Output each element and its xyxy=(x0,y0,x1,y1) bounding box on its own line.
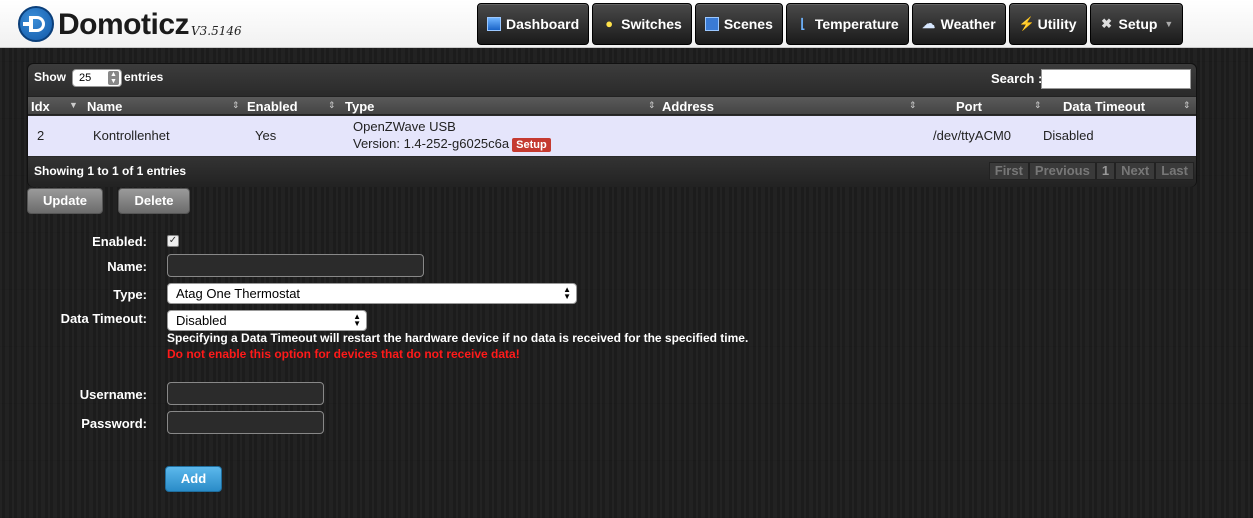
nav-weather-label: Weather xyxy=(940,16,996,32)
app-name: Domoticz xyxy=(58,8,190,41)
lightbulb-icon: ● xyxy=(605,16,614,31)
nav-utility-button[interactable]: ⚡ Utility xyxy=(1008,3,1087,45)
col-data-timeout[interactable]: Data Timeout xyxy=(1063,99,1145,114)
enabled-label: Enabled: xyxy=(92,234,147,249)
lightning-icon: ⚡ xyxy=(1018,16,1035,31)
username-label: Username: xyxy=(79,387,147,402)
select-arrows-icon: ▲ ▼ xyxy=(563,285,571,301)
nav-dashboard-label: Dashboard xyxy=(506,16,580,32)
nav-scenes-label: Scenes xyxy=(723,16,773,32)
nav-switches-label: Switches xyxy=(621,16,682,32)
table-row[interactable]: 2 Kontrollenhet Yes OpenZWave USB Versio… xyxy=(28,116,1196,156)
version-text: Version: 1.4-252-g6025c6a xyxy=(353,136,510,151)
main-nav: Dashboard ● Switches Scenes ⌊ Temperatur… xyxy=(477,3,1184,45)
nav-scenes-button[interactable]: Scenes xyxy=(694,3,783,45)
cell-enabled: Yes xyxy=(255,128,277,143)
nav-setup-label: Setup xyxy=(1118,16,1158,32)
sort-desc-icon: ▼ xyxy=(69,100,78,110)
col-name[interactable]: Name xyxy=(87,99,122,114)
data-timeout-help: Specifying a Data Timeout will restart t… xyxy=(167,331,749,345)
enabled-checkbox[interactable]: ✓ xyxy=(167,235,179,247)
type-select[interactable]: Atag One Thermostat ▲ ▼ xyxy=(167,283,577,304)
nav-temperature-label: Temperature xyxy=(814,16,899,32)
col-type[interactable]: Type xyxy=(345,99,374,114)
show-label: Show xyxy=(34,70,66,84)
domoticz-logo-icon xyxy=(18,6,54,42)
col-address[interactable]: Address xyxy=(662,99,714,114)
top-header: Domoticz V3.5146 Dashboard ● Switches Sc… xyxy=(0,0,1253,48)
cell-data-timeout: Disabled xyxy=(1043,128,1094,143)
dashboard-icon xyxy=(487,17,501,31)
nav-setup-button[interactable]: ✖ Setup ▼ xyxy=(1089,3,1184,45)
spinner-icon: ▲ ▼ xyxy=(108,71,119,85)
col-enabled[interactable]: Enabled xyxy=(247,99,298,114)
col-idx[interactable]: Idx xyxy=(31,99,50,114)
nav-weather-button[interactable]: ☁ Weather xyxy=(911,3,1006,45)
pagination: First Previous 1 Next Last xyxy=(988,162,1194,180)
type-label: Type: xyxy=(113,287,147,302)
logo[interactable]: Domoticz V3.5146 xyxy=(18,6,242,42)
table-toolbar: Show 25 ▲ ▼ entries Search : xyxy=(28,64,1196,96)
name-input[interactable] xyxy=(167,254,424,277)
app-version: V3.5146 xyxy=(191,24,242,38)
search-label: Search : xyxy=(991,71,1043,86)
data-timeout-warning: Do not enable this option for devices th… xyxy=(167,347,520,361)
password-label: Password: xyxy=(81,416,147,431)
tools-icon: ✖ xyxy=(1101,16,1112,31)
search-input[interactable] xyxy=(1041,69,1191,89)
sort-icon: ⇕ xyxy=(648,100,656,110)
entries-label: entries xyxy=(124,70,164,84)
nav-temperature-button[interactable]: ⌊ Temperature xyxy=(785,3,909,45)
cell-port: /dev/ttyACM0 xyxy=(933,128,1012,143)
name-label: Name: xyxy=(107,259,147,274)
data-timeout-select[interactable]: Disabled ▲ ▼ xyxy=(167,310,367,331)
table-header: Idx ▼ Name ⇕ Enabled ⇕ Type ⇕ Address ⇕ … xyxy=(28,96,1196,115)
page-1-button[interactable]: 1 xyxy=(1095,162,1116,180)
sort-icon: ⇕ xyxy=(232,100,240,110)
cell-idx: 2 xyxy=(37,128,45,143)
setup-button[interactable]: Setup xyxy=(512,138,551,152)
cell-type: OpenZWave USB xyxy=(353,119,456,134)
page-last-button[interactable]: Last xyxy=(1155,162,1194,180)
cell-name: Kontrollenhet xyxy=(93,128,170,143)
col-port[interactable]: Port xyxy=(956,99,982,114)
add-button[interactable]: Add xyxy=(165,466,222,492)
password-input[interactable] xyxy=(167,411,324,434)
username-input[interactable] xyxy=(167,382,324,405)
sort-icon: ⇕ xyxy=(1183,100,1191,110)
type-select-value: Atag One Thermostat xyxy=(176,286,301,301)
sort-icon: ⇕ xyxy=(909,100,917,110)
select-arrows-icon: ▲ ▼ xyxy=(353,312,361,328)
sort-icon: ⇕ xyxy=(1034,100,1042,110)
chevron-down-icon: ▼ xyxy=(1164,19,1174,29)
table-info: Showing 1 to 1 of 1 entries xyxy=(34,164,187,178)
data-timeout-label: Data Timeout: xyxy=(60,311,147,326)
page-size-select[interactable]: 25 ▲ ▼ xyxy=(72,69,122,87)
clapperboard-icon xyxy=(704,17,719,31)
page-size-value: 25 xyxy=(79,72,92,84)
page-next-button[interactable]: Next xyxy=(1115,162,1156,180)
cell-version: Version: 1.4-252-g6025c6a Setup xyxy=(353,136,551,152)
delete-button[interactable]: Delete xyxy=(118,188,190,214)
update-button[interactable]: Update xyxy=(27,188,103,214)
page-first-button[interactable]: First xyxy=(988,162,1029,180)
data-timeout-value: Disabled xyxy=(176,313,227,328)
nav-switches-button[interactable]: ● Switches xyxy=(592,3,692,45)
table-footer: Showing 1 to 1 of 1 entries First Previo… xyxy=(28,157,1196,187)
hardware-table-panel: Show 25 ▲ ▼ entries Search : Idx ▼ Name ⇕… xyxy=(27,63,1197,187)
nav-dashboard-button[interactable]: Dashboard xyxy=(477,3,590,45)
sort-icon: ⇕ xyxy=(328,100,336,110)
cloud-rain-icon: ☁ xyxy=(922,16,936,31)
page-previous-button[interactable]: Previous xyxy=(1028,162,1096,180)
thermometer-icon: ⌊ xyxy=(800,16,806,31)
nav-utility-label: Utility xyxy=(1037,16,1077,32)
